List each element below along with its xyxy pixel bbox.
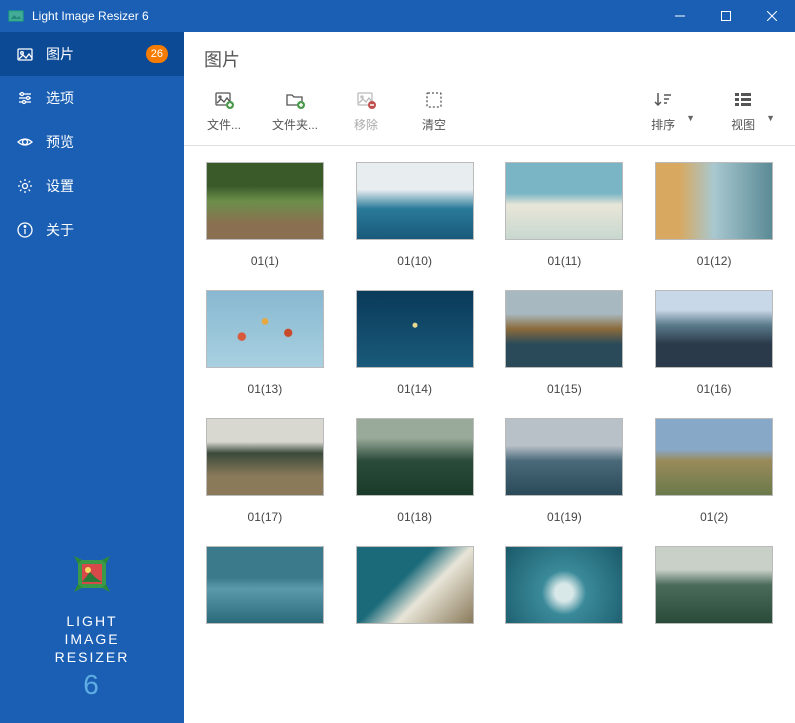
page-title: 图片: [184, 32, 795, 82]
footer-logo-icon: [64, 546, 120, 602]
sidebar-item-label: 选项: [46, 88, 74, 108]
eye-icon: [16, 133, 34, 151]
thumbnail-item[interactable]: 01(16): [643, 290, 785, 408]
thumbnail-item[interactable]: 01(15): [494, 290, 636, 408]
thumbnail-item[interactable]: 01(10): [344, 162, 486, 280]
add-files-button[interactable]: 文件...: [204, 88, 244, 133]
remove-button[interactable]: 移除: [346, 88, 386, 133]
thumbnail-image: [655, 162, 773, 240]
app-title: Light Image Resizer 6: [32, 9, 657, 23]
sidebar-item-label: 预览: [46, 132, 74, 152]
thumbnail-label: 01(18): [397, 504, 432, 536]
images-icon: [16, 45, 34, 63]
thumbnail-image: [356, 418, 474, 496]
thumbnail-item[interactable]: [344, 546, 486, 624]
thumbnail-image: [206, 546, 324, 624]
thumbnail-image: [505, 546, 623, 624]
sidebar-item-settings[interactable]: 设置: [0, 164, 184, 208]
footer-brand: LIGHT IMAGE RESIZER 6: [20, 612, 164, 703]
thumbnail-label: 01(10): [397, 248, 432, 280]
thumbnail-item[interactable]: 01(19): [494, 418, 636, 536]
chevron-down-icon: ▼: [686, 113, 695, 123]
thumbnail-image: [655, 290, 773, 368]
sidebar-footer: LIGHT IMAGE RESIZER 6: [0, 526, 184, 723]
thumbnail-item[interactable]: 01(2): [643, 418, 785, 536]
thumbnail-label: 01(14): [397, 376, 432, 408]
thumbnail-item[interactable]: 01(11): [494, 162, 636, 280]
gear-icon: [16, 177, 34, 195]
thumbnail-image: [655, 546, 773, 624]
sidebar: 图片 26 选项 预览 设置 关于 LIGHT IMAGE RESIZER: [0, 32, 184, 723]
thumbnail-label: 01(12): [697, 248, 732, 280]
thumbnail-item[interactable]: [494, 546, 636, 624]
sidebar-item-about[interactable]: 关于: [0, 208, 184, 252]
thumbnail-item[interactable]: [643, 546, 785, 624]
main-content: 图片 文件... 文件夹... 移除 清空: [184, 32, 795, 723]
sidebar-item-images[interactable]: 图片 26: [0, 32, 184, 76]
folder-add-icon: [283, 88, 307, 112]
sidebar-item-preview[interactable]: 预览: [0, 120, 184, 164]
file-add-icon: [212, 88, 236, 112]
thumbnail-label: 01(19): [547, 504, 582, 536]
sliders-icon: [16, 89, 34, 107]
app-icon: [8, 8, 24, 24]
view-icon: [731, 88, 755, 112]
sidebar-item-options[interactable]: 选项: [0, 76, 184, 120]
thumbnail-item[interactable]: 01(1): [194, 162, 336, 280]
thumbnail-item[interactable]: 01(17): [194, 418, 336, 536]
thumbnail-grid: 01(1) 01(10) 01(11) 01(12) 01(13) 01(14) 01(15…: [194, 162, 785, 624]
clear-button[interactable]: 清空: [414, 88, 454, 133]
thumbnail-image: [505, 418, 623, 496]
info-icon: [16, 221, 34, 239]
thumbnail-label: 01(11): [547, 248, 581, 280]
thumbnail-scroll-area[interactable]: 01(1) 01(10) 01(11) 01(12) 01(13) 01(14) 01(15…: [184, 146, 795, 723]
sort-icon: [651, 88, 675, 112]
sidebar-item-label: 设置: [46, 176, 74, 196]
thumbnail-image: [356, 162, 474, 240]
thumbnail-label: 01(15): [547, 376, 582, 408]
clear-icon: [422, 88, 446, 112]
thumbnail-label: 01(17): [248, 504, 283, 536]
thumbnail-label: 01(16): [697, 376, 732, 408]
thumbnail-label: 01(1): [251, 248, 279, 280]
thumbnail-image: [356, 546, 474, 624]
thumbnail-item[interactable]: [194, 546, 336, 624]
image-remove-icon: [354, 88, 378, 112]
thumbnail-image: [206, 162, 324, 240]
thumbnail-item[interactable]: 01(18): [344, 418, 486, 536]
thumbnail-image: [505, 290, 623, 368]
thumbnail-image: [356, 290, 474, 368]
thumbnail-item[interactable]: 01(12): [643, 162, 785, 280]
toolbar: 文件... 文件夹... 移除 清空 排序 ▼: [184, 82, 795, 146]
thumbnail-label: 01(2): [700, 504, 728, 536]
thumbnail-item[interactable]: 01(13): [194, 290, 336, 408]
titlebar[interactable]: Light Image Resizer 6: [0, 0, 795, 32]
thumbnail-image: [655, 418, 773, 496]
add-folder-button[interactable]: 文件夹...: [272, 88, 318, 133]
minimize-button[interactable]: [657, 0, 703, 32]
sidebar-item-label: 图片: [46, 44, 74, 64]
thumbnail-item[interactable]: 01(14): [344, 290, 486, 408]
thumbnail-image: [206, 290, 324, 368]
maximize-button[interactable]: [703, 0, 749, 32]
view-dropdown[interactable]: 视图 ▼: [723, 88, 775, 133]
badge-count: 26: [146, 45, 168, 63]
close-button[interactable]: [749, 0, 795, 32]
thumbnail-image: [505, 162, 623, 240]
sort-dropdown[interactable]: 排序 ▼: [643, 88, 695, 133]
thumbnail-image: [206, 418, 324, 496]
chevron-down-icon: ▼: [766, 113, 775, 123]
thumbnail-label: 01(13): [248, 376, 283, 408]
sidebar-item-label: 关于: [46, 220, 74, 240]
